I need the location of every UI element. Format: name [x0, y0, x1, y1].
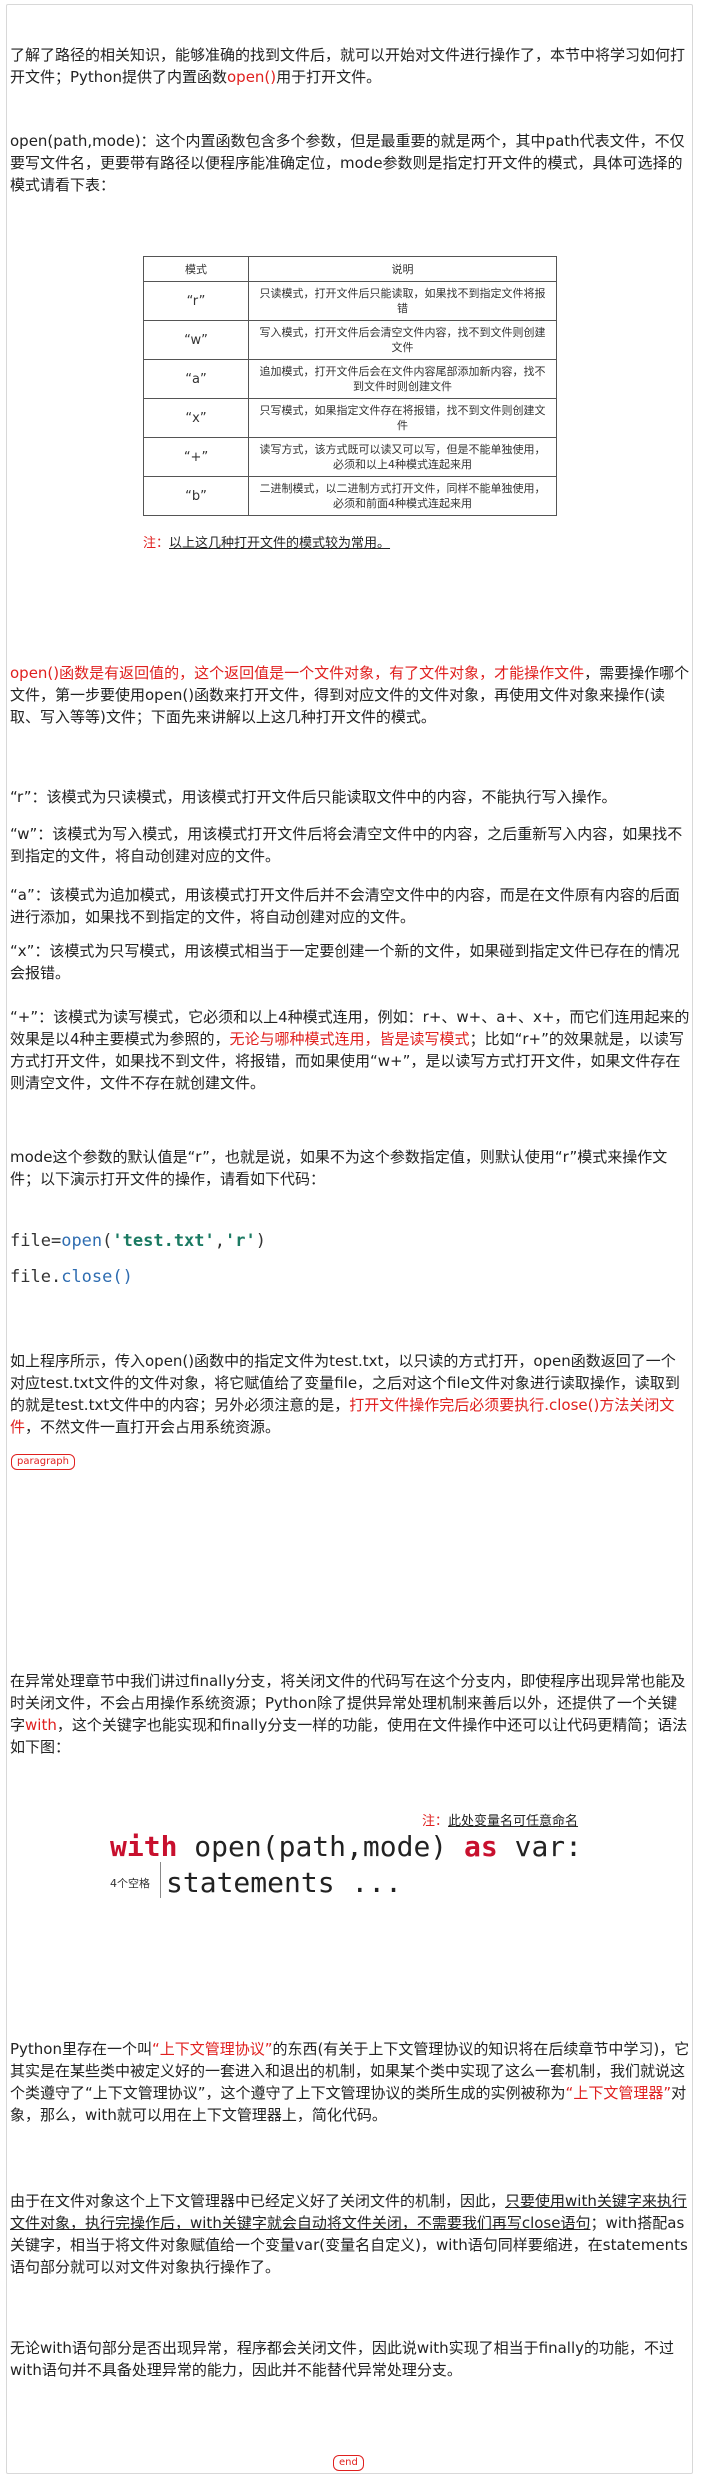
mode-cell: “x” [143, 398, 249, 438]
mode-description-cell: 追加模式，打开文件后会在文件内容尾部添加新内容，找不到文件时则创建文件 [248, 359, 557, 399]
code-line-close: file.close() [10, 1267, 133, 1287]
default-mode-paragraph: mode这个参数的默认值是“r”，也就是说，如果不为这个参数指定值，则默认使用“… [10, 1148, 668, 1188]
open-function-highlight: open() [227, 68, 277, 86]
open-description-paragraph: open(path,mode)：这个内置函数包含多个参数，但是最重要的就是两个，… [10, 132, 685, 194]
mode-cell: “w” [143, 320, 249, 360]
code-line-open: file=open('test.txt','r') [10, 1231, 266, 1251]
with-keyword-paragraph: 在异常处理章节中我们讲过finally分支，将关闭文件的代码写在这个分支内，即使… [10, 1672, 688, 1756]
table-header-row: 模式 说明 [143, 256, 557, 282]
explain-paragraph: 如上程序所示，传入open()函数中的指定文件为test.txt，以只读的方式打… [10, 1352, 680, 1436]
table-header-description: 说明 [248, 256, 557, 282]
mode-cell: “b” [143, 476, 249, 516]
statements-syntax-line: statements ... [166, 1866, 403, 1899]
table-row: “b” 二进制模式，以二进制方式打开文件，同样不能单独使用，必须和前面4种模式连… [143, 476, 557, 516]
end-tag: end [333, 2455, 364, 2471]
intro-paragraph: 了解了路径的相关知识，能够准确的找到文件后，就可以开始对文件进行操作了，本节中将… [10, 46, 686, 86]
with-syntax-line: with open(path,mode) as var: [110, 1830, 583, 1863]
mode-cell: “+” [143, 437, 249, 477]
mode-cell: “r” [143, 281, 249, 321]
with-keyword: with [110, 1830, 178, 1863]
mode-description-cell: 二进制模式，以二进制方式打开文件，同样不能单独使用，必须和前面4种模式连起来用 [248, 476, 557, 516]
context-manager-paragraph: Python里存在一个叫“上下文管理协议”的东西(有关于上下文管理协议的知识将在… [10, 2040, 690, 2124]
mode-plus-paragraph: “+”：该模式为读写模式，它必须和以上4种模式连用，例如：r+、w+、a+、x+… [10, 1008, 690, 1092]
mode-description-cell: 只读模式，打开文件后只能读取，如果找不到指定文件将报错 [248, 281, 557, 321]
table-header-mode: 模式 [143, 256, 249, 282]
table-row: “w” 写入模式，打开文件后会清空文件内容，找不到文件则创建文件 [143, 320, 557, 360]
modes-table: 模式 说明 “r” 只读模式，打开文件后只能读取，如果找不到指定文件将报错 “w… [143, 256, 557, 516]
mode-w-paragraph: “w”：该模式为写入模式，用该模式打开文件后将会清空文件中的内容，之后重新写入内… [10, 825, 683, 865]
indent-note: 4个空格 [110, 1877, 150, 1890]
mode-x-paragraph: “x”：该模式为只写模式，用该模式相当于一定要创建一个新的文件，如果碰到指定文件… [10, 942, 680, 982]
mode-a-paragraph: “a”：该模式为追加模式，用该模式打开文件后并不会清空文件中的内容，而是在文件原… [10, 886, 680, 926]
syntax-note: 注：此处变量名可任意命名 [422, 1814, 579, 1829]
file-object-paragraph: 由于在文件对象这个上下文管理器中已经定义好了关闭文件的机制，因此，只要使用wit… [10, 2192, 688, 2276]
table-row: “x” 只写模式，如果指定文件存在将报错，找不到文件则创建文件 [143, 398, 557, 438]
return-value-paragraph: open()函数是有返回值的，这个返回值是一个文件对象，有了文件对象，才能操作文… [10, 664, 690, 726]
table-row: “r” 只读模式，打开文件后只能读取，如果找不到指定文件将报错 [143, 281, 557, 321]
indent-bar [160, 1862, 161, 1898]
mode-description-cell: 写入模式，打开文件后会清空文件内容，找不到文件则创建文件 [248, 320, 557, 360]
paragraph-tag: paragraph [11, 1454, 75, 1470]
mode-description-cell: 只写模式，如果指定文件存在将报错，找不到文件则创建文件 [248, 398, 557, 438]
mode-r-paragraph: “r”：该模式为只读模式，用该模式打开文件后只能读取文件中的内容，不能执行写入操… [10, 788, 617, 806]
final-paragraph: 无论with语句部分是否出现异常，程序都会关闭文件，因此说with实现了相当于f… [10, 2339, 675, 2379]
table-row: “+” 读写方式，该方式既可以读又可以写，但是不能单独使用，必须和以上4种模式连… [143, 437, 557, 477]
mode-description-cell: 读写方式，该方式既可以读又可以写，但是不能单独使用，必须和以上4种模式连起来用 [248, 437, 557, 477]
as-keyword: as [464, 1830, 498, 1863]
table-row: “a” 追加模式，打开文件后会在文件内容尾部添加新内容，找不到文件时则创建文件 [143, 359, 557, 399]
table-note: 注：以上这几种打开文件的模式较为常用。 [143, 536, 391, 551]
mode-cell: “a” [143, 359, 249, 399]
